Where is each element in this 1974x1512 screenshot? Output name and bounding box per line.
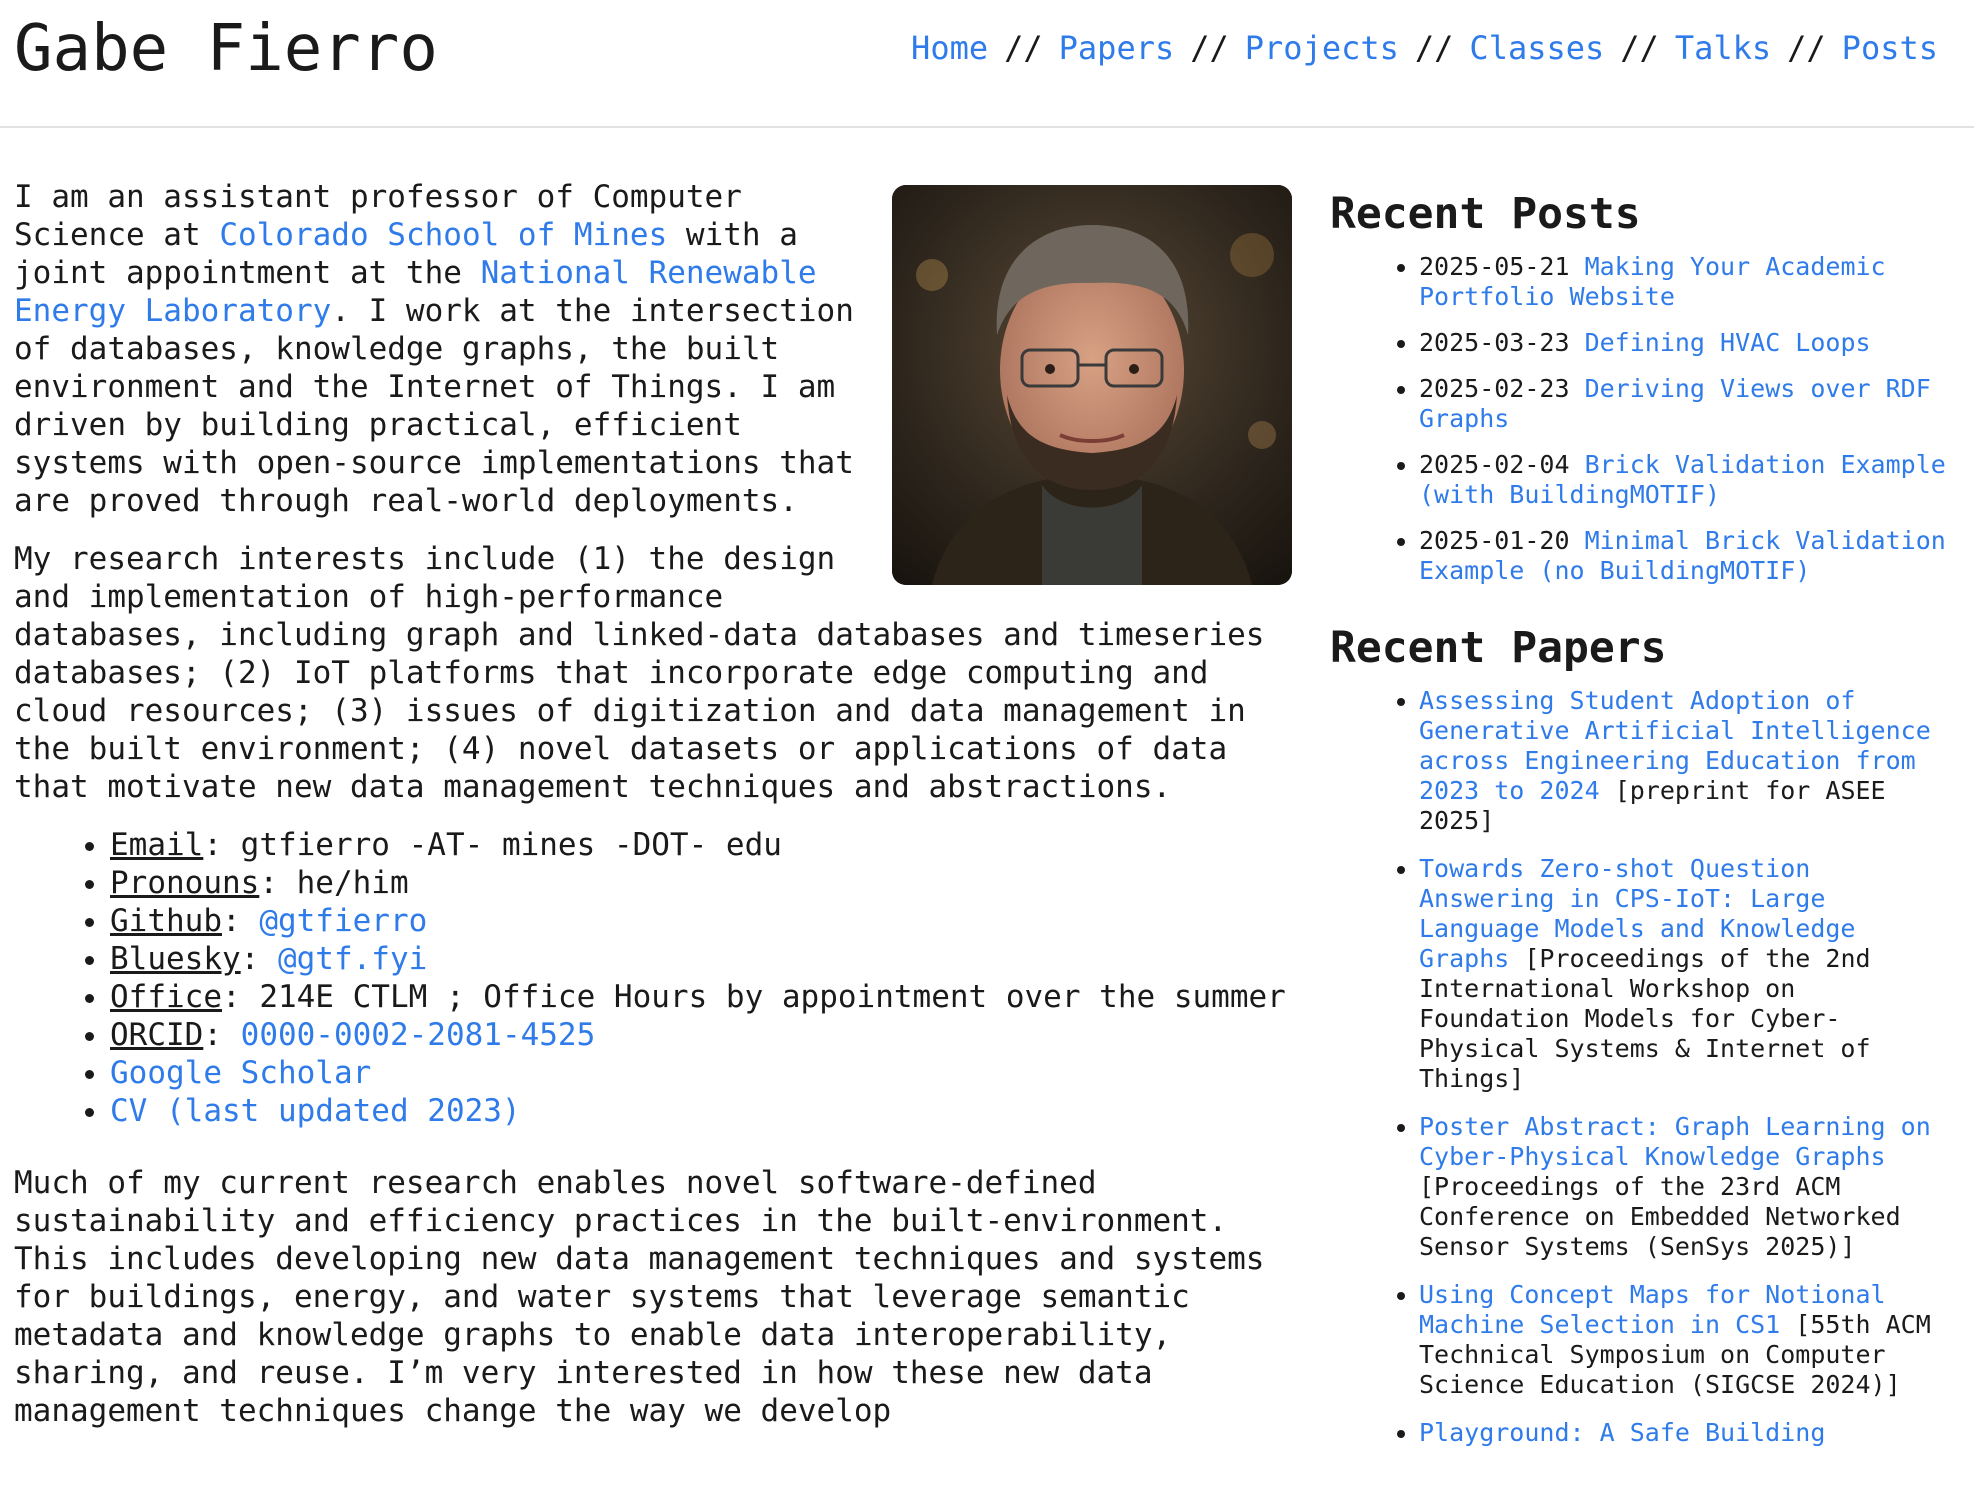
nav-classes[interactable]: Classes <box>1469 29 1604 67</box>
orcid-link[interactable]: 0000-0002-2081-4525 <box>241 1017 596 1053</box>
office-value: 214E CTLM ; Office Hours by appointment … <box>259 979 1286 1015</box>
list-item: Bluesky: @gtf.fyi <box>110 940 1294 978</box>
recent-posts-list: 2025-05-21 Making Your Academic Portfoli… <box>1330 252 1960 586</box>
email-value: gtfierro -AT- mines -DOT- edu <box>240 827 782 863</box>
post-date: 2025-01-20 <box>1419 526 1570 555</box>
pronouns-value: he/him <box>296 865 409 901</box>
post-link[interactable]: Defining HVAC Loops <box>1585 328 1871 357</box>
nav-separator: // <box>1620 29 1659 67</box>
recent-papers-heading: Recent Papers <box>1330 623 1667 673</box>
post-date: 2025-02-23 <box>1419 374 1570 403</box>
recent-posts-heading: Recent Posts <box>1330 189 1641 239</box>
google-scholar-link[interactable]: Google Scholar <box>110 1055 371 1091</box>
list-item: Google Scholar <box>110 1054 1294 1092</box>
paper-venue: [Proceedings of the 23rd ACM Conference … <box>1419 1172 1901 1261</box>
github-label: Github <box>110 903 222 939</box>
email-label: Email <box>110 827 204 863</box>
list-item: 2025-03-23 Defining HVAC Loops <box>1419 328 1960 358</box>
research-summary-paragraph: Much of my current research enables nove… <box>14 1165 1265 1429</box>
orcid-label: ORCID <box>110 1017 204 1053</box>
nav-home[interactable]: Home <box>911 29 988 67</box>
site-header: Gabe Fierro Home // Papers // Projects // Clas… <box>0 0 1974 128</box>
paper-link[interactable]: Poster Abstract: Graph Learning on Cyber… <box>1419 1112 1931 1171</box>
bluesky-label: Bluesky <box>110 941 241 977</box>
list-item: ORCID: 0000-0002-2081-4525 <box>110 1016 1294 1054</box>
nav-separator: // <box>1004 29 1043 67</box>
list-item: Assessing Student Adoption of Generative… <box>1419 686 1960 836</box>
main-content: I am an assistant professor of Computer … <box>14 178 1294 1450</box>
list-item: 2025-05-21 Making Your Academic Portfoli… <box>1419 252 1960 312</box>
list-item: Playground: A Safe Building <box>1419 1418 1960 1448</box>
mines-link[interactable]: Colorado School of Mines <box>219 217 667 253</box>
main-nav: Home // Papers // Projects // Classes // Talks //… <box>911 24 1938 72</box>
nav-posts[interactable]: Posts <box>1842 29 1938 67</box>
list-item: 2025-01-20 Minimal Brick Validation Exam… <box>1419 526 1960 586</box>
github-link[interactable]: @gtfierro <box>259 903 427 939</box>
list-item: Pronouns: he/him <box>110 864 1294 902</box>
office-label: Office <box>110 979 222 1015</box>
list-item: 2025-02-04 Brick Validation Example (wit… <box>1419 450 1960 510</box>
nav-talks[interactable]: Talks <box>1675 29 1771 67</box>
post-date: 2025-03-23 <box>1419 328 1570 357</box>
list-item: 2025-02-23 Deriving Views over RDF Graph… <box>1419 374 1960 434</box>
contact-list: Email: gtfierro -AT- mines -DOT- edu Pro… <box>14 826 1294 1130</box>
nav-papers[interactable]: Papers <box>1059 29 1175 67</box>
profile-photo <box>892 185 1292 585</box>
list-item: Office: 214E CTLM ; Office Hours by appo… <box>110 978 1294 1016</box>
list-item: CV (last updated 2023) <box>110 1092 1294 1130</box>
pronouns-label: Pronouns <box>110 865 260 901</box>
nav-separator: // <box>1787 29 1826 67</box>
list-item: Using Concept Maps for Notional Machine … <box>1419 1280 1960 1400</box>
nav-separator: // <box>1190 29 1229 67</box>
recent-papers-list: Assessing Student Adoption of Generative… <box>1330 686 1960 1448</box>
cv-link[interactable]: CV (last updated 2023) <box>110 1093 521 1129</box>
list-item: Towards Zero-shot Question Answering in … <box>1419 854 1960 1094</box>
nav-separator: // <box>1414 29 1454 67</box>
list-item: Email: gtfierro -AT- mines -DOT- edu <box>110 826 1294 864</box>
bluesky-link[interactable]: @gtf.fyi <box>278 941 427 977</box>
nav-projects[interactable]: Projects <box>1245 29 1399 67</box>
list-item: Github: @gtfierro <box>110 902 1294 940</box>
sidebar: Recent Posts 2025-05-21 Making Your Acad… <box>1330 188 1960 1484</box>
post-date: 2025-02-04 <box>1419 450 1570 479</box>
post-date: 2025-05-21 <box>1419 252 1570 281</box>
site-title[interactable]: Gabe Fierro <box>14 8 438 90</box>
list-item: Poster Abstract: Graph Learning on Cyber… <box>1419 1112 1960 1262</box>
paper-link[interactable]: Playground: A Safe Building <box>1419 1418 1825 1447</box>
